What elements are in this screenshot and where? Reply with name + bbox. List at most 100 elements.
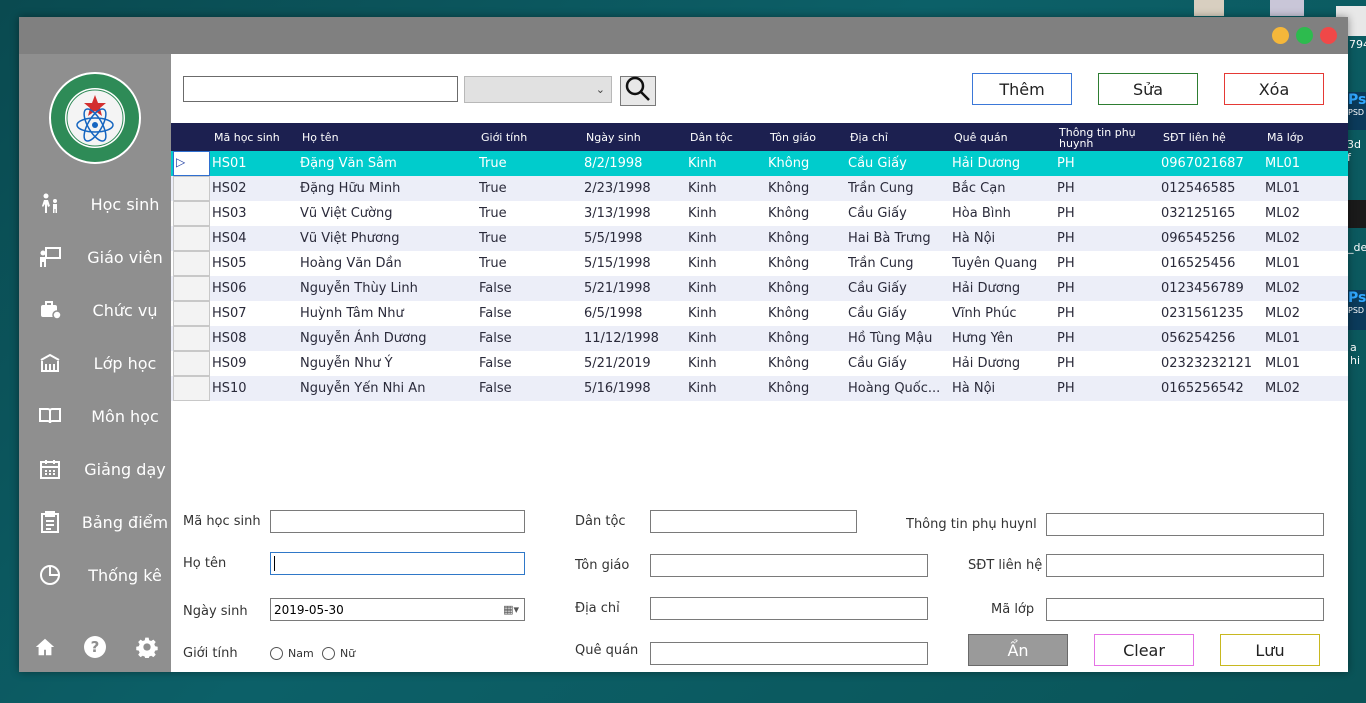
table-cell[interactable]: True [479,151,579,176]
table-cell[interactable]: 0123456789 [1161,276,1261,301]
table-row[interactable]: HS04 Vũ Việt Phương True 5/5/1998 Kinh Không H… [171,226,1348,251]
sidebar-item-teaching[interactable]: Giảng dạy [19,449,171,489]
table-row[interactable]: HS07 Huỳnh Tâm Như False 6/5/1998 Kinh Không C… [171,301,1348,326]
table-cell[interactable]: Kinh [688,226,766,251]
column-header[interactable]: Họ tên [302,123,477,151]
column-header[interactable]: Dân tộc [690,123,768,151]
class-id-field[interactable] [1046,598,1324,621]
row-header[interactable] [173,301,210,326]
sidebar-item-students[interactable]: Học sinh [19,184,171,224]
table-row[interactable]: HS03 Vũ Việt Cường True 3/13/1998 Kinh Không C… [171,201,1348,226]
gender-male-radio[interactable] [270,647,283,660]
column-header[interactable]: Ngày sinh [586,123,686,151]
table-cell[interactable]: 11/12/1998 [584,326,684,351]
table-cell[interactable]: ML02 [1265,301,1345,326]
column-header[interactable]: Thông tin phụ huynh [1059,123,1141,151]
table-cell[interactable]: PH [1057,326,1157,351]
parent-info-field[interactable] [1046,513,1324,536]
search-input[interactable] [183,76,458,102]
table-cell[interactable]: 0231561235 [1161,301,1261,326]
table-cell[interactable]: ML01 [1265,326,1345,351]
table-cell[interactable]: Đặng Hữu Minh [300,176,475,201]
table-cell[interactable]: Kinh [688,276,766,301]
table-cell[interactable]: Cầu Giấy [848,151,948,176]
table-row[interactable]: HS06 Nguyễn Thùy Linh False 5/21/1998 Kinh Kh… [171,276,1348,301]
table-row[interactable]: HS09 Nguyễn Như Ý False 5/21/2019 Kinh Không C… [171,351,1348,376]
table-cell[interactable]: True [479,176,579,201]
sidebar-item-teachers[interactable]: Giáo viên [19,237,171,277]
student-id-field[interactable] [270,510,525,533]
table-cell[interactable]: ML02 [1265,376,1345,401]
table-cell[interactable]: 5/21/1998 [584,276,684,301]
table-cell[interactable]: HS05 [212,251,298,276]
row-header[interactable] [173,376,210,401]
table-cell[interactable]: Vũ Việt Cường [300,201,475,226]
table-cell[interactable]: 02323232121 [1161,351,1261,376]
home-icon[interactable] [33,635,57,659]
table-cell[interactable]: Hai Bà Trưng [848,226,948,251]
table-cell[interactable]: HS02 [212,176,298,201]
sidebar-item-positions[interactable]: Chức vụ [19,290,171,330]
table-cell[interactable]: True [479,201,579,226]
clear-button[interactable]: Clear [1094,634,1194,666]
row-header[interactable] [173,351,210,376]
table-cell[interactable]: Hải Dương [952,276,1055,301]
column-header[interactable]: SĐT liên hệ [1163,123,1263,151]
table-cell[interactable]: True [479,251,579,276]
help-icon[interactable]: ? [83,635,107,659]
religion-field[interactable] [650,554,928,577]
table-cell[interactable]: Nguyễn Ánh Dương [300,326,475,351]
table-cell[interactable]: Hòa Bình [952,201,1055,226]
table-cell[interactable]: HS01 [212,151,298,176]
table-row[interactable]: HS08 Nguyễn Ánh Dương False 11/12/1998 Kinh K… [171,326,1348,351]
sidebar-item-classes[interactable]: Lớp học [19,343,171,383]
table-cell[interactable]: False [479,376,579,401]
table-row[interactable]: HS10 Nguyễn Yến Nhi An False 5/16/1998 Kinh K… [171,376,1348,401]
table-cell[interactable]: Vĩnh Phúc [952,301,1055,326]
row-header[interactable]: ▷ [173,151,210,176]
table-cell[interactable]: Nguyễn Thùy Linh [300,276,475,301]
table-cell[interactable]: HS08 [212,326,298,351]
table-cell[interactable]: PH [1057,301,1157,326]
table-cell[interactable]: Huỳnh Tâm Như [300,301,475,326]
address-field[interactable] [650,597,928,620]
row-header[interactable] [173,226,210,251]
table-cell[interactable]: HS03 [212,201,298,226]
table-cell[interactable]: True [479,226,579,251]
table-cell[interactable]: False [479,301,579,326]
row-header[interactable] [173,176,210,201]
table-cell[interactable]: Kinh [688,326,766,351]
column-header[interactable]: Địa chỉ [850,123,950,151]
table-cell[interactable]: Không [768,226,846,251]
table-cell[interactable]: 8/2/1998 [584,151,684,176]
table-cell[interactable]: PH [1057,176,1157,201]
table-cell[interactable]: Bắc Cạn [952,176,1055,201]
table-cell[interactable]: Không [768,176,846,201]
table-cell[interactable]: Hưng Yên [952,326,1055,351]
table-cell[interactable]: Hoàng Quốc... [848,376,948,401]
row-header[interactable] [173,326,210,351]
phone-field[interactable] [1046,554,1324,577]
ethnicity-field[interactable] [650,510,857,533]
row-header[interactable] [173,201,210,226]
column-header[interactable]: Quê quán [954,123,1057,151]
table-cell[interactable]: HS10 [212,376,298,401]
column-header[interactable]: Mã học sinh [214,123,300,151]
table-cell[interactable]: Kinh [688,176,766,201]
table-cell[interactable]: HS06 [212,276,298,301]
add-button[interactable]: Thêm [972,73,1072,105]
row-header[interactable] [173,276,210,301]
table-cell[interactable]: Nguyễn Như Ý [300,351,475,376]
table-cell[interactable]: Hồ Tùng Mậu [848,326,948,351]
table-cell[interactable]: PH [1057,251,1157,276]
table-cell[interactable]: ML01 [1265,151,1345,176]
save-button[interactable]: Lưu [1220,634,1320,666]
maximize-button[interactable] [1296,27,1313,44]
table-cell[interactable]: Không [768,301,846,326]
table-cell[interactable]: 0165256542 [1161,376,1261,401]
table-cell[interactable]: 5/21/2019 [584,351,684,376]
filter-select[interactable]: ⌄ [464,76,612,103]
table-cell[interactable]: Không [768,376,846,401]
delete-button[interactable]: Xóa [1224,73,1324,105]
table-cell[interactable]: 2/23/1998 [584,176,684,201]
